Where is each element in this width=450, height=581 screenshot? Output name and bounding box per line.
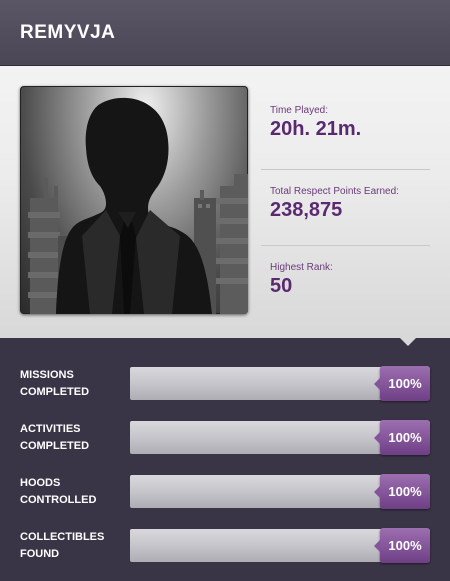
stats-panel: Time Played: 20h. 21m. Total Respect Poi…: [261, 94, 430, 298]
silhouette-avatar-art: [28, 97, 248, 314]
progress-percent-badge: 100%: [374, 420, 430, 455]
progress-label: COLLECTIBLES FOUND: [20, 531, 105, 560]
progress-track: 100%: [130, 528, 430, 563]
top-header: REMYVJA: [0, 0, 450, 66]
stat-rank-value: 50: [270, 275, 293, 297]
stat-highest-rank: Highest Rank: 50: [261, 246, 430, 298]
progress-label: MISSIONS COMPLETED: [20, 369, 90, 398]
progress-track: 100%: [130, 366, 430, 401]
silhouette-avatar-icon: [20, 86, 248, 314]
progress-section: MISSIONS COMPLETED 100% ACTIVITIES COMPL…: [0, 338, 450, 579]
player-name: REMYVJA: [20, 21, 116, 43]
stat-respect-points: Total Respect Points Earned: 238,875: [261, 170, 430, 246]
stat-rank-label: Highest Rank:: [270, 262, 333, 273]
progress-percent-badge: 100%: [374, 366, 430, 401]
progress-row-hoods: HOODS CONTROLLED 100%: [0, 471, 450, 525]
progress-row-activities: ACTIVITIES COMPLETED 100%: [0, 417, 450, 471]
progress-percent-badge: 100%: [374, 528, 430, 563]
progress-track: 100%: [130, 420, 430, 455]
progress-label: HOODS CONTROLLED: [20, 477, 97, 506]
stat-respect-value: 238,875: [270, 199, 343, 221]
stat-time-played-label: Time Played:: [270, 105, 328, 116]
progress-track: 100%: [130, 474, 430, 509]
progress-percent-badge: 100%: [374, 474, 430, 509]
stat-time-played-value: 20h. 21m.: [270, 118, 362, 140]
stat-respect-label: Total Respect Points Earned:: [270, 186, 399, 197]
progress-row-missions: MISSIONS COMPLETED 100%: [0, 363, 450, 417]
progress-label: ACTIVITIES COMPLETED: [20, 423, 90, 452]
progress-row-collectibles: COLLECTIBLES FOUND 100%: [0, 525, 450, 579]
stat-time-played: Time Played: 20h. 21m.: [261, 94, 430, 170]
profile-panel: Time Played: 20h. 21m. Total Respect Poi…: [0, 66, 450, 346]
